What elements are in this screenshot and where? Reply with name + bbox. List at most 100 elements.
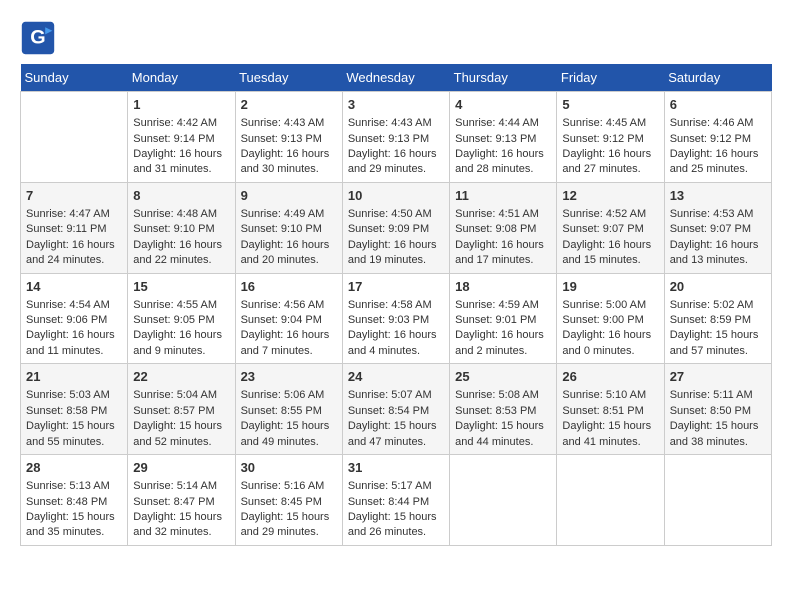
day-info: Sunrise: 4:59 AM [455,298,551,313]
day-info: and 24 minutes. [26,253,122,268]
day-number: 11 [455,187,551,205]
day-number: 29 [133,459,229,477]
day-number: 13 [670,187,766,205]
calendar-cell: 1Sunrise: 4:42 AMSunset: 9:14 PMDaylight… [128,92,235,183]
day-info: Sunrise: 5:06 AM [241,388,337,403]
day-info: Sunset: 9:07 PM [562,222,658,237]
calendar-cell: 31 Sunrise: 5:17 AMSunset: 8:44 PMDayligh… [342,455,449,546]
day-info: Daylight: 15 hours [562,419,658,434]
day-info: Sunset: 9:13 PM [348,132,444,147]
day-info: Sunset: 8:44 PM [348,495,444,510]
week-row-2: 7Sunrise: 4:47 AMSunset: 9:11 PMDaylight… [21,182,772,273]
day-info: Sunrise: 4:42 AM [133,116,229,131]
day-info: and 17 minutes. [455,253,551,268]
calendar-cell: 16Sunrise: 4:56 AMSunset: 9:04 PMDayligh… [235,273,342,364]
calendar-cell: 13Sunrise: 4:53 AMSunset: 9:07 PMDayligh… [664,182,771,273]
day-info: Sunset: 9:12 PM [562,132,658,147]
calendar-cell: 15Sunrise: 4:55 AMSunset: 9:05 PMDayligh… [128,273,235,364]
day-number: 9 [241,187,337,205]
day-info: and 55 minutes. [26,435,122,450]
day-info: and 35 minutes. [26,525,122,540]
calendar-cell: 4Sunrise: 4:44 AMSunset: 9:13 PMDaylight… [450,92,557,183]
day-info: Sunset: 9:09 PM [348,222,444,237]
day-info: and 22 minutes. [133,253,229,268]
day-info: Sunset: 8:57 PM [133,404,229,419]
day-info: Daylight: 16 hours [26,328,122,343]
day-info: Daylight: 15 hours [133,419,229,434]
day-info: Sunset: 8:50 PM [670,404,766,419]
day-info: Daylight: 16 hours [670,238,766,253]
day-info: and 20 minutes. [241,253,337,268]
day-info: Sunrise: 4:43 AM [348,116,444,131]
day-info: Sunrise: 4:54 AM [26,298,122,313]
day-number: 5 [562,96,658,114]
day-info: Sunrise: 4:46 AM [670,116,766,131]
day-info: Sunrise: 4:50 AM [348,207,444,222]
day-info: Daylight: 16 hours [241,238,337,253]
day-info: and 7 minutes. [241,344,337,359]
calendar-cell: 12Sunrise: 4:52 AMSunset: 9:07 PMDayligh… [557,182,664,273]
day-number: 31 [348,459,444,477]
day-info: and 47 minutes. [348,435,444,450]
day-info: Sunrise: 5:10 AM [562,388,658,403]
calendar-cell: 28Sunrise: 5:13 AMSunset: 8:48 PMDayligh… [21,455,128,546]
calendar-body: 1Sunrise: 4:42 AMSunset: 9:14 PMDaylight… [21,92,772,546]
day-info: Daylight: 15 hours [348,510,444,525]
day-number: 6 [670,96,766,114]
day-number: 1 [133,96,229,114]
calendar-cell [557,455,664,546]
day-info: Daylight: 16 hours [133,328,229,343]
day-info: and 19 minutes. [348,253,444,268]
day-info: Sunrise: 4:49 AM [241,207,337,222]
day-number: 30 [241,459,337,477]
calendar-cell [450,455,557,546]
calendar-cell: 27Sunrise: 5:11 AMSunset: 8:50 PMDayligh… [664,364,771,455]
calendar-cell: 10Sunrise: 4:50 AMSunset: 9:09 PMDayligh… [342,182,449,273]
day-info: Daylight: 16 hours [348,238,444,253]
day-info: Sunrise: 5:17 AM [348,479,444,494]
day-info: Daylight: 16 hours [26,238,122,253]
calendar-cell: 19Sunrise: 5:00 AMSunset: 9:00 PMDayligh… [557,273,664,364]
weekday-header-tuesday: Tuesday [235,64,342,92]
day-number: 18 [455,278,551,296]
day-info: Sunset: 9:12 PM [670,132,766,147]
day-info: and 9 minutes. [133,344,229,359]
day-info: Sunset: 9:10 PM [241,222,337,237]
day-info: and 11 minutes. [26,344,122,359]
day-info: Sunrise: 5:04 AM [133,388,229,403]
calendar-cell: 14Sunrise: 4:54 AMSunset: 9:06 PMDayligh… [21,273,128,364]
week-row-5: 28Sunrise: 5:13 AMSunset: 8:48 PMDayligh… [21,455,772,546]
calendar-cell: 6Sunrise: 4:46 AMSunset: 9:12 PMDaylight… [664,92,771,183]
calendar-cell: 23Sunrise: 5:06 AMSunset: 8:55 PMDayligh… [235,364,342,455]
day-number: 12 [562,187,658,205]
calendar-cell: 26Sunrise: 5:10 AMSunset: 8:51 PMDayligh… [557,364,664,455]
day-number: 21 [26,368,122,386]
day-info: and 26 minutes. [348,525,444,540]
day-info: Sunrise: 4:55 AM [133,298,229,313]
day-info: Sunrise: 4:43 AM [241,116,337,131]
day-info: Daylight: 16 hours [348,147,444,162]
day-info: Daylight: 15 hours [26,510,122,525]
day-info: Sunset: 9:03 PM [348,313,444,328]
week-row-3: 14Sunrise: 4:54 AMSunset: 9:06 PMDayligh… [21,273,772,364]
day-info: and 29 minutes. [348,162,444,177]
day-info: Sunset: 9:08 PM [455,222,551,237]
day-number: 7 [26,187,122,205]
day-info: Sunrise: 5:08 AM [455,388,551,403]
day-number: 4 [455,96,551,114]
day-info: Sunrise: 5:07 AM [348,388,444,403]
week-row-1: 1Sunrise: 4:42 AMSunset: 9:14 PMDaylight… [21,92,772,183]
day-info: Sunrise: 4:51 AM [455,207,551,222]
day-info: Sunset: 8:55 PM [241,404,337,419]
day-info: Daylight: 16 hours [455,147,551,162]
day-info: Daylight: 15 hours [133,510,229,525]
day-info: Sunset: 9:00 PM [562,313,658,328]
day-info: Sunrise: 5:03 AM [26,388,122,403]
day-info: and 57 minutes. [670,344,766,359]
calendar-cell: 2Sunrise: 4:43 AMSunset: 9:13 PMDaylight… [235,92,342,183]
day-number: 2 [241,96,337,114]
calendar-cell: 22Sunrise: 5:04 AMSunset: 8:57 PMDayligh… [128,364,235,455]
day-info: and 49 minutes. [241,435,337,450]
day-info: Sunrise: 5:00 AM [562,298,658,313]
calendar-table: SundayMondayTuesdayWednesdayThursdayFrid… [20,64,772,546]
